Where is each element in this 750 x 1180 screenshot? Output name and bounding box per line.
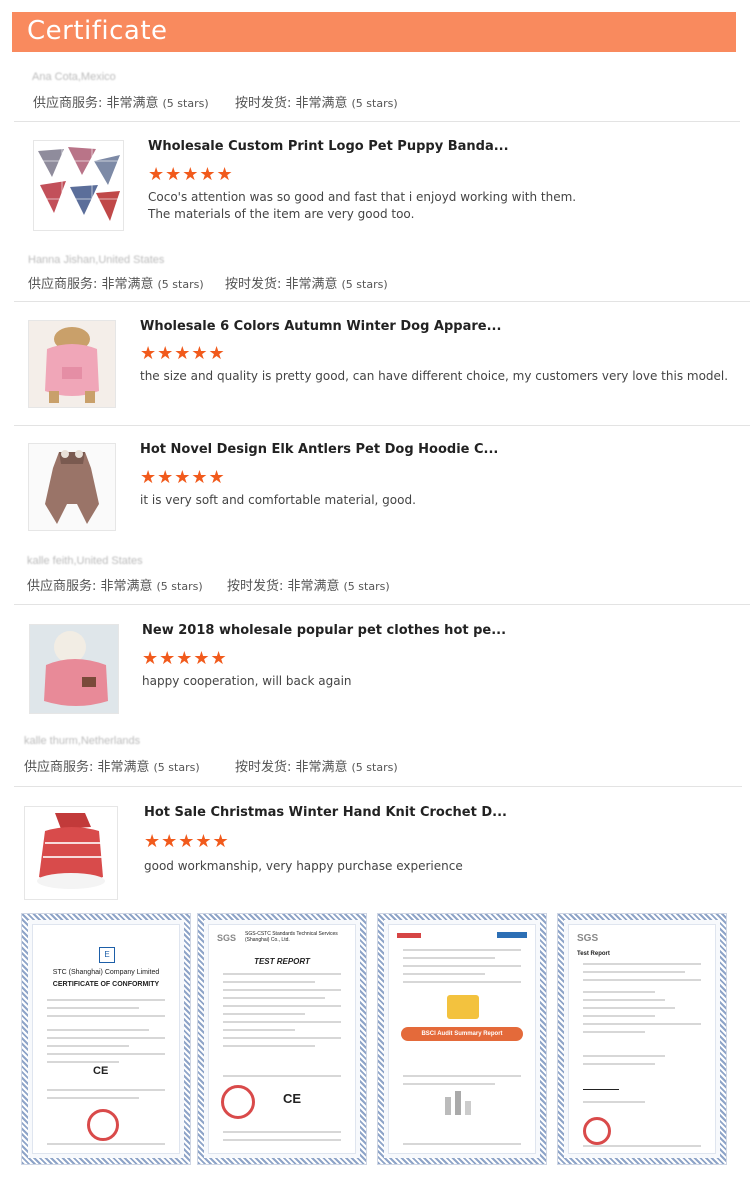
certificate-image[interactable]: BSCI Audit Summary Report	[377, 913, 547, 1165]
product-thumbnail[interactable]	[33, 140, 124, 231]
reviewer-name: Ana Cota,Mexico	[32, 71, 116, 83]
divider	[14, 425, 750, 426]
certificate-title: Test Report	[577, 951, 610, 957]
shipping-rating: 按时发货: 非常满意 (5 stars)	[235, 96, 398, 111]
star-rating: ★★★★★	[140, 467, 226, 487]
product-title[interactable]: Wholesale 6 Colors Autumn Winter Dog App…	[140, 319, 501, 334]
certificate-title: TEST REPORT	[254, 957, 310, 966]
product-thumbnail[interactable]	[28, 320, 116, 408]
certificate-heading: SGS-CSTC Standards Technical Services (S…	[245, 931, 338, 943]
review-comment: good workmanship, very happy purchase ex…	[144, 859, 463, 873]
divider	[14, 786, 742, 787]
divider	[14, 301, 750, 302]
star-rating: ★★★★★	[142, 648, 228, 668]
product-title[interactable]: Hot Novel Design Elk Antlers Pet Dog Hoo…	[140, 442, 498, 457]
sgs-logo-icon: SGS	[577, 933, 599, 944]
reviewer-name: kalle feith,United States	[27, 555, 143, 567]
certificate-image[interactable]: SGS SGS-CSTC Standards Technical Service…	[197, 913, 367, 1165]
product-thumbnail[interactable]	[28, 443, 116, 531]
divider	[14, 121, 740, 122]
product-thumbnail[interactable]	[24, 806, 118, 900]
report-illustration-icon	[447, 995, 479, 1019]
sgs-logo-icon: SGS	[217, 933, 237, 943]
seal-icon	[87, 1109, 119, 1141]
product-title[interactable]: Hot Sale Christmas Winter Hand Knit Croc…	[144, 805, 507, 820]
certificate-heading: STC (Shanghai) Company Limited	[52, 969, 160, 976]
certificate-image[interactable]: E STC (Shanghai) Company Limited CERTIFI…	[21, 913, 191, 1165]
certificate-title: BSCI Audit Summary Report	[401, 1027, 523, 1041]
shipping-rating: 按时发货: 非常满意 (5 stars)	[227, 579, 390, 594]
seal-icon	[583, 1117, 611, 1145]
certificate-banner: Certificate	[12, 12, 736, 52]
reviewer-name: Hanna Jishan,United States	[28, 254, 165, 266]
ce-mark-icon: CE	[93, 1065, 109, 1077]
reviewer-name: kalle thurm,Netherlands	[24, 735, 141, 747]
stc-logo-icon: E	[99, 947, 115, 963]
divider	[14, 604, 750, 605]
seal-icon	[221, 1085, 255, 1119]
banner-title: Certificate	[27, 16, 168, 46]
supplier-service-rating: 供应商服务: 非常满意 (5 stars)	[24, 760, 200, 775]
star-rating: ★★★★★	[140, 343, 226, 363]
review-comment: happy cooperation, will back again	[142, 674, 352, 688]
supplier-service-rating: 供应商服务: 非常满意 (5 stars)	[27, 579, 203, 594]
brand-logo-icon	[397, 933, 421, 938]
review-comment: it is very soft and comfortable material…	[140, 493, 416, 507]
star-rating: ★★★★★	[148, 164, 234, 184]
signature-icon	[583, 1077, 619, 1090]
product-title[interactable]: Wholesale Custom Print Logo Pet Puppy Ba…	[148, 139, 509, 154]
supplier-service-rating: 供应商服务: 非常满意 (5 stars)	[33, 96, 209, 111]
product-title[interactable]: New 2018 wholesale popular pet clothes h…	[142, 623, 506, 638]
review-comment: Coco's attention was so good and fast th…	[148, 190, 577, 221]
star-rating: ★★★★★	[144, 831, 230, 851]
supplier-service-rating: 供应商服务: 非常满意 (5 stars)	[28, 277, 204, 292]
shipping-rating: 按时发货: 非常满意 (5 stars)	[235, 760, 398, 775]
ce-mark-icon: CE	[283, 1091, 302, 1106]
product-thumbnail[interactable]	[29, 624, 119, 714]
bsci-logo-icon	[497, 932, 527, 938]
shipping-rating: 按时发货: 非常满意 (5 stars)	[225, 277, 388, 292]
certificate-image[interactable]: SGS Test Report	[557, 913, 727, 1165]
certificate-title: CERTIFICATE OF CONFORMITY	[52, 981, 160, 988]
review-comment: the size and quality is pretty good, can…	[140, 369, 729, 383]
